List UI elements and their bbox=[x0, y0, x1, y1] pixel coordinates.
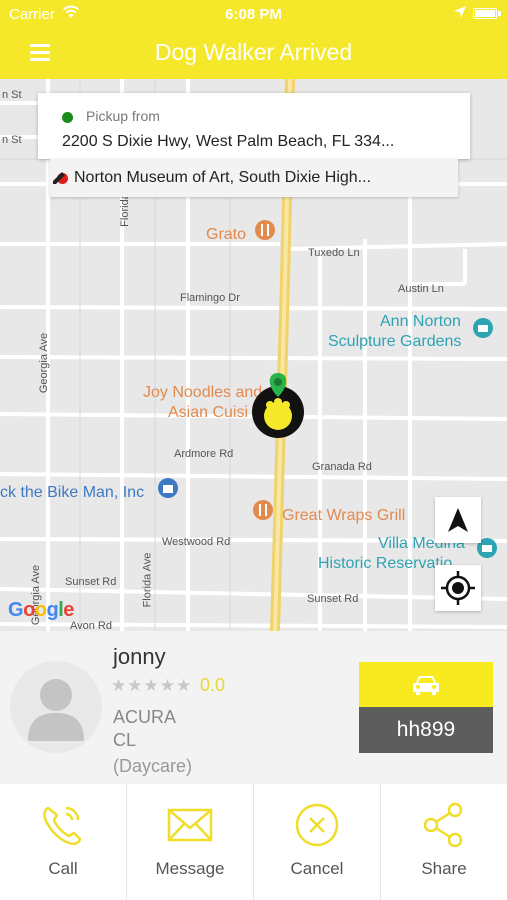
museum-pin-icon bbox=[473, 318, 493, 338]
google-logo: Google bbox=[8, 599, 74, 621]
street-label: Avon Rd bbox=[70, 620, 112, 631]
share-icon bbox=[423, 802, 463, 848]
street-label: Florida bbox=[118, 193, 131, 227]
street-label: n St bbox=[2, 89, 22, 101]
poi-label[interactable]: Great Wraps Grill bbox=[282, 507, 405, 525]
call-button[interactable]: Call bbox=[0, 784, 126, 900]
poi-label[interactable]: Historic Reservatio bbox=[318, 555, 452, 573]
walker-marker-icon[interactable] bbox=[252, 371, 306, 439]
street-label: Austin Ln bbox=[398, 283, 444, 295]
share-button[interactable]: Share bbox=[380, 784, 507, 900]
app-header: Carrier 6:08 PM Dog Walker Arrived bbox=[0, 0, 507, 79]
edit-pencil-icon[interactable] bbox=[50, 169, 68, 187]
pickup-label: Pickup from bbox=[86, 108, 160, 124]
navigation-arrow-icon bbox=[448, 508, 468, 532]
message-button[interactable]: Message bbox=[126, 784, 253, 900]
navigate-button[interactable] bbox=[435, 497, 481, 543]
car-badge bbox=[359, 662, 493, 707]
destination-card[interactable]: Norton Museum of Art, South Dixie High..… bbox=[50, 159, 458, 197]
car-make: ACURA bbox=[113, 707, 177, 727]
car-icon bbox=[413, 676, 439, 695]
call-label: Call bbox=[48, 859, 78, 878]
rating-value: 0.0 bbox=[200, 675, 226, 695]
restaurant-pin-icon bbox=[253, 500, 273, 520]
pickup-dot-icon bbox=[62, 112, 73, 123]
street-label: Georgia Ave bbox=[38, 332, 51, 394]
service-type: (Daycare) bbox=[113, 756, 193, 776]
pickup-address: 2200 S Dixie Hwy, West Palm Beach, FL 33… bbox=[62, 133, 395, 150]
car-model: CL bbox=[113, 730, 137, 750]
map-view[interactable]: n St n St Florida Tuxedo Ln Flamingo Dr … bbox=[0, 79, 507, 631]
poi-label[interactable]: Sculpture Gardens bbox=[328, 333, 461, 351]
crosshair-icon bbox=[441, 571, 475, 605]
poi-label[interactable]: Ann Norton bbox=[380, 313, 461, 331]
restaurant-pin-icon bbox=[255, 220, 275, 240]
avatar bbox=[10, 661, 102, 753]
action-bar: Call Message Cancel Share bbox=[0, 784, 507, 900]
poi-label[interactable]: Asian Cuisi bbox=[168, 404, 248, 422]
pickup-card[interactable]: Pickup from 2200 S Dixie Hwy, West Palm … bbox=[38, 93, 470, 159]
message-label: Message bbox=[155, 859, 225, 878]
street-label: Florida Ave bbox=[141, 552, 154, 608]
street-label: n St bbox=[2, 134, 22, 146]
street-label: Westwood Rd bbox=[162, 536, 231, 548]
battery-tip bbox=[498, 11, 501, 16]
license-plate: hh899 bbox=[359, 707, 493, 753]
street-label: Ardmore Rd bbox=[174, 448, 234, 460]
status-bar: Carrier 6:08 PM bbox=[0, 0, 507, 28]
poi-label[interactable]: Grato bbox=[206, 226, 246, 244]
share-label: Share bbox=[421, 859, 467, 878]
walker-info-panel: jonny ★★★★★ 0.0 ACURA CL (Daycare) hh899 bbox=[0, 631, 507, 784]
clock: 6:08 PM bbox=[225, 6, 282, 23]
rating-stars: ★★★★★ bbox=[111, 676, 193, 695]
poi-label[interactable]: Joy Noodles and bbox=[143, 384, 262, 402]
cancel-label: Cancel bbox=[290, 859, 344, 878]
destination-address: Norton Museum of Art, South Dixie High..… bbox=[74, 169, 372, 186]
street-label: Sunset Rd bbox=[307, 593, 359, 605]
street-label: Sunset Rd bbox=[65, 576, 117, 588]
envelope-icon bbox=[167, 808, 213, 842]
cancel-button[interactable]: Cancel bbox=[253, 784, 380, 900]
shopping-pin-icon bbox=[158, 478, 178, 498]
battery-icon bbox=[473, 8, 497, 19]
user-silhouette-icon bbox=[28, 679, 84, 741]
street-label: Tuxedo Ln bbox=[308, 247, 360, 259]
cancel-icon bbox=[295, 803, 339, 847]
page-title: Dog Walker Arrived bbox=[154, 39, 353, 65]
street-label: Flamingo Dr bbox=[180, 292, 240, 304]
walker-name: jonny bbox=[113, 644, 166, 669]
my-location-button[interactable] bbox=[435, 565, 481, 611]
poi-label[interactable]: ck the Bike Man, Inc bbox=[0, 484, 144, 502]
location-arrow-icon bbox=[454, 6, 466, 18]
phone-icon bbox=[43, 806, 82, 846]
street-label: Granada Rd bbox=[312, 461, 372, 473]
